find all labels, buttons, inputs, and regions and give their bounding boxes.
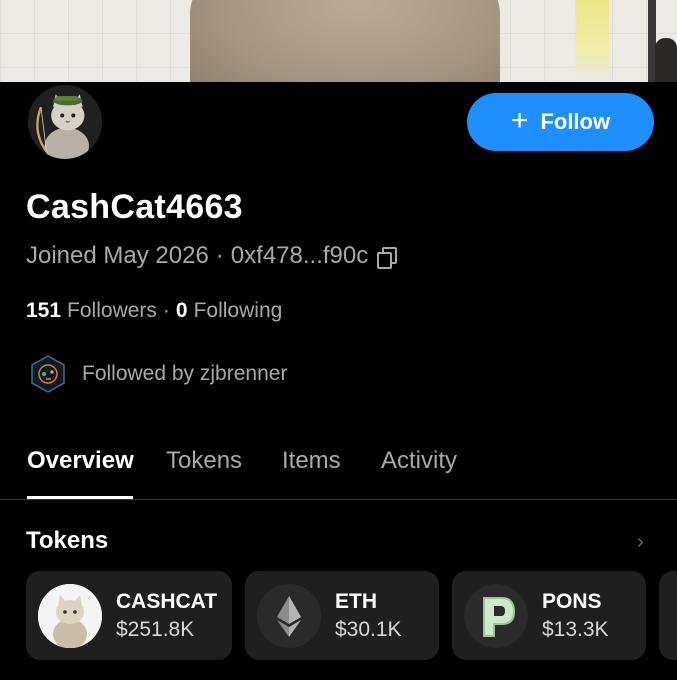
token-card-pons[interactable]: PONS $13.3K <box>452 571 646 660</box>
tab-items[interactable]: Items <box>282 447 341 475</box>
plus-icon: + <box>510 103 529 137</box>
token-card-cashcat[interactable]: CASHCAT $251.8K <box>26 571 232 660</box>
token-symbol: PONS <box>542 589 602 613</box>
follow-button[interactable]: + Follow <box>467 93 654 151</box>
chevron-right-icon[interactable]: › <box>637 531 644 554</box>
tab-overview[interactable]: Overview <box>27 447 134 475</box>
cat-archer-avatar-icon <box>28 85 102 159</box>
token-card-eth[interactable]: ETH $30.1K <box>245 571 439 660</box>
token-value: $13.3K <box>542 617 609 641</box>
profile-username: CashCat4663 <box>26 188 243 226</box>
pons-token-icon <box>464 583 528 648</box>
profile-tabs: Overview Tokens Items Activity <box>0 440 677 500</box>
token-value: $251.8K <box>116 617 195 641</box>
following-label: Following <box>193 299 283 322</box>
followed-by-row[interactable]: Followed by zjbrenner <box>30 355 287 393</box>
followers-count: 151 <box>26 299 62 322</box>
followers-label: Followers <box>67 299 157 322</box>
eth-token-icon <box>257 583 321 648</box>
copy-icon[interactable] <box>377 247 398 269</box>
token-symbol: CASHCAT <box>116 589 218 613</box>
separator-dot: · <box>215 242 224 269</box>
following-count: 0 <box>175 299 188 322</box>
active-tab-indicator <box>27 496 133 499</box>
profile-banner <box>0 0 677 82</box>
cashcat-token-icon <box>38 583 102 648</box>
token-card-partial[interactable] <box>659 571 677 660</box>
follow-button-label: Follow <box>540 109 611 134</box>
avatar[interactable] <box>25 82 105 162</box>
tab-tokens[interactable]: Tokens <box>166 447 242 475</box>
token-value: $30.1K <box>335 617 402 641</box>
follow-stats: 151 Followers · 0 Following <box>26 299 282 323</box>
separator-dot: · <box>162 299 170 322</box>
tokens-section-title: Tokens <box>26 527 109 554</box>
profile-page: + Follow CashCat4663 Joined May 2026 · 0… <box>0 0 677 680</box>
tab-activity[interactable]: Activity <box>381 447 457 475</box>
following-link[interactable]: 0 Following <box>176 299 282 323</box>
followed-by-text: Followed by zjbrenner <box>82 362 288 385</box>
joined-date: Joined May 2026 <box>26 242 209 269</box>
profile-meta: Joined May 2026 · 0xf478...f90c <box>26 242 398 270</box>
follower-avatar-icon <box>31 355 65 393</box>
token-symbol: ETH <box>335 589 377 613</box>
wallet-address[interactable]: 0xf478...f90c <box>231 242 368 270</box>
followers-link[interactable]: 151 Followers <box>26 299 157 323</box>
